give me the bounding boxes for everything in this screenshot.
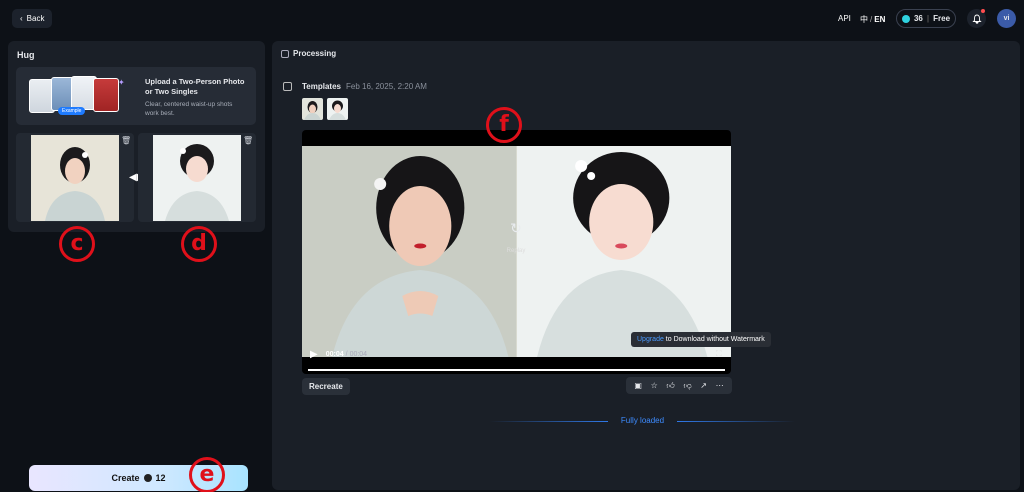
processing-checkbox[interactable] — [281, 50, 289, 58]
fullscreen-icon[interactable]: ⛶ — [716, 349, 722, 359]
photo-slot-1[interactable]: 🗑 — [16, 133, 134, 222]
thumbs-down-icon[interactable]: 👎︎ — [683, 381, 691, 391]
share-icon[interactable]: ↗ — [700, 381, 707, 390]
current-time: 00:04 — [325, 350, 344, 358]
bell-icon — [971, 14, 982, 24]
credits-plan: Free — [933, 14, 951, 23]
sparkle-icon: ✦ — [118, 78, 125, 87]
download-icon[interactable]: ⤓ — [699, 349, 703, 359]
download-tooltip: Upgrade to Download without Watermark — [631, 332, 771, 347]
panel-title: Hug — [17, 50, 35, 60]
back-label: Back — [26, 14, 45, 23]
processing-label: Processing — [293, 49, 337, 58]
back-button[interactable]: ‹ Back — [12, 9, 53, 28]
example-badge: Example — [58, 107, 86, 115]
language-switch[interactable]: 中 / EN — [860, 14, 885, 25]
create-label: Create — [111, 473, 140, 483]
more-icon[interactable]: ⋯ — [716, 381, 724, 390]
uploaded-photo-2 — [153, 135, 241, 221]
thumbs-up-icon[interactable]: 👍︎ — [666, 381, 674, 391]
tooltip-text: to Download without Watermark — [663, 336, 765, 343]
credits-badge[interactable]: 36 | Free — [896, 9, 956, 28]
credits-value: 36 — [913, 14, 923, 23]
template-thumb-2[interactable] — [327, 98, 348, 120]
trash-icon[interactable]: 🗑 — [243, 136, 253, 146]
lang-zh[interactable]: 中 — [860, 15, 868, 24]
coin-icon — [143, 474, 152, 482]
annotation-d: d — [181, 226, 217, 262]
create-cost: 12 — [155, 473, 166, 483]
coin-icon — [901, 14, 910, 23]
api-link[interactable]: API — [838, 14, 851, 23]
template-thumb-1[interactable] — [302, 98, 323, 120]
upgrade-link[interactable]: Upgrade — [637, 336, 664, 343]
duration: 00:04 — [349, 350, 368, 358]
example-photo-4 — [93, 78, 119, 112]
star-icon[interactable]: ☆ — [651, 381, 658, 390]
trash-icon[interactable]: 🗑 — [121, 136, 131, 146]
notification-dot — [981, 9, 985, 13]
chevron-left-icon: ‹ — [20, 14, 23, 23]
upload-heading: Upload a Two-Person Photo or Two Singles — [145, 77, 245, 96]
video-right-person — [516, 146, 731, 357]
top-bar: ‹ Back API 中 / EN 36 | Free vi — [0, 0, 1024, 36]
play-icon[interactable]: ▶ — [310, 349, 318, 360]
replay-icon[interactable]: ↻ — [503, 220, 529, 237]
compare-icon[interactable]: ▣ — [634, 381, 642, 390]
time-separator: / — [345, 350, 348, 358]
annotation-f: f — [486, 107, 522, 143]
photo-slot-2[interactable]: 🗑 — [138, 133, 256, 222]
replay-label: Replay — [506, 248, 526, 254]
progress-bar[interactable] — [308, 369, 725, 371]
video-controls: ▶ 00:04 / 00:04 — [310, 348, 725, 360]
templates-date: Feb 16, 2025, 2:20 AM — [346, 82, 427, 91]
uploaded-photo-1 — [31, 135, 119, 221]
annotation-c: c — [59, 226, 95, 262]
recreate-button[interactable]: Recreate — [302, 378, 350, 395]
notification-button[interactable] — [967, 9, 986, 28]
fully-loaded-label: Fully loaded — [490, 416, 795, 425]
video-left-person — [302, 146, 517, 357]
template-icon — [283, 82, 292, 91]
lang-separator: / — [870, 15, 873, 24]
avatar[interactable]: vi — [997, 9, 1016, 28]
upload-subtext: Clear, centered waist-up shots work best… — [145, 101, 233, 117]
action-bar: ▣ ☆ 👍︎ 👎︎ ↗ ⋯ — [626, 377, 732, 394]
credits-separator: | — [926, 14, 930, 23]
annotation-e: e — [189, 457, 225, 492]
lang-en[interactable]: EN — [874, 15, 885, 24]
templates-label: Templates — [302, 82, 341, 91]
